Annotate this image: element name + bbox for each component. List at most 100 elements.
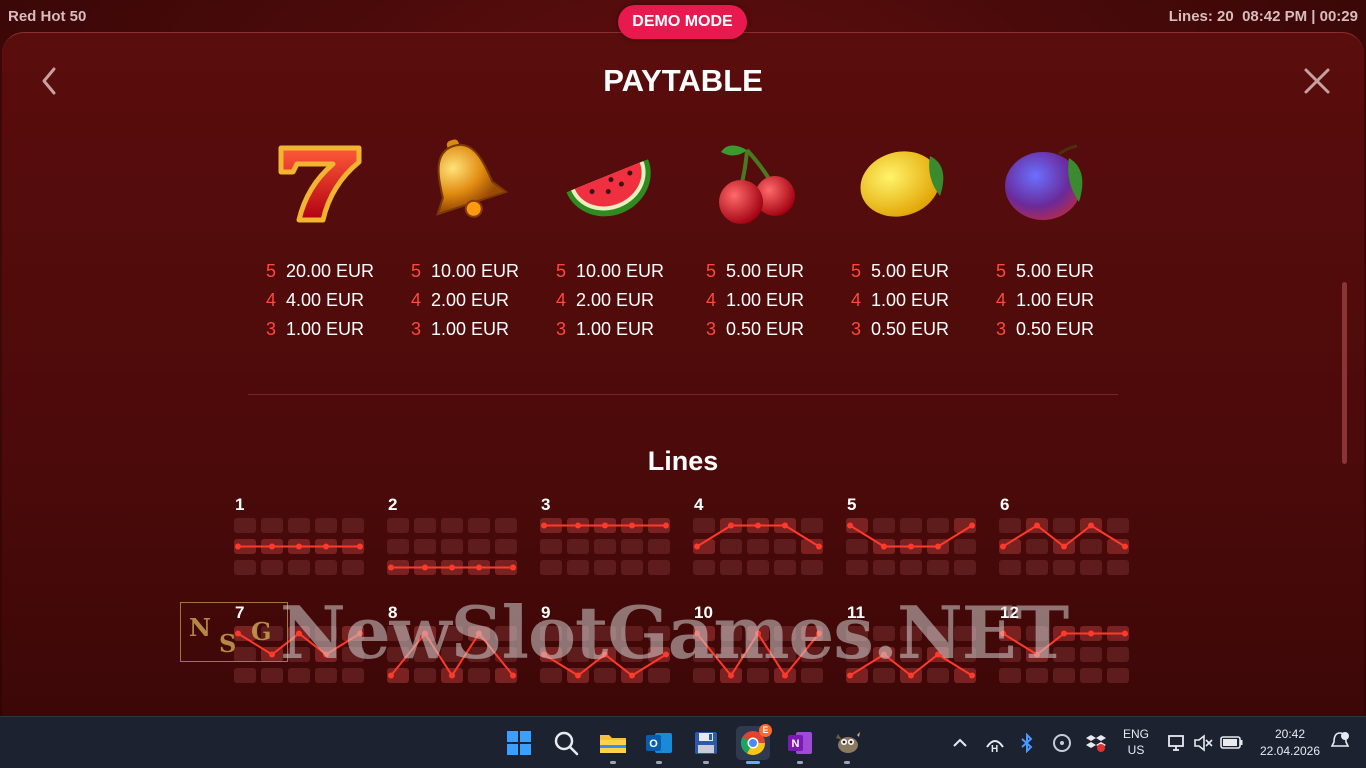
reel-cell (648, 539, 670, 554)
payline-dot (357, 543, 363, 550)
volume-muted-icon[interactable] (1193, 733, 1213, 753)
chevron-up-icon[interactable] (950, 733, 970, 753)
reel-cell (747, 668, 769, 683)
payout-row: 4 1.00 EUR (996, 290, 1095, 310)
scrollbar[interactable] (1342, 282, 1347, 464)
reel-cell (801, 668, 823, 683)
payline-dot (269, 651, 275, 658)
payline-dot (1000, 543, 1006, 550)
payline-number: 9 (541, 603, 551, 622)
payline-dot (575, 672, 581, 679)
payout-row: 3 1.00 EUR (266, 319, 365, 339)
hotspot-icon[interactable]: H (985, 733, 1005, 753)
reel-cell (567, 539, 589, 554)
payline-dot (847, 672, 853, 679)
reel-cell (873, 518, 895, 533)
payline-dot (1122, 630, 1128, 637)
payline-dot (969, 522, 975, 529)
reel-cell (495, 647, 517, 662)
payline-dot (694, 630, 700, 637)
payline-card: 7 (234, 603, 368, 687)
svg-text:H: H (991, 744, 998, 753)
reel-cell (693, 668, 715, 683)
payline-number: 2 (388, 495, 398, 514)
payline-card: 5 (846, 495, 980, 579)
game-window: Red Hot 50 Lines: 20 08:42 PM | 00:29 DE… (0, 0, 1366, 716)
payline-dot (449, 672, 455, 679)
fan-icon[interactable] (1052, 733, 1072, 753)
reel-cell (720, 539, 742, 554)
reel-cell (1080, 560, 1102, 575)
payline-dot (235, 543, 241, 550)
reel-cell (900, 647, 922, 662)
save-disk-icon[interactable] (689, 726, 723, 764)
reel-cell (288, 647, 310, 662)
payline-dot (694, 543, 700, 550)
payline-number: 3 (541, 495, 551, 514)
payline-dot (663, 522, 669, 529)
payline-diagram (387, 518, 517, 575)
reel-cell (342, 647, 364, 662)
reel-cell (720, 626, 742, 641)
reel-cell (387, 539, 409, 554)
payline-dot (629, 672, 635, 679)
reel-cell (1107, 518, 1129, 533)
reel-cell (315, 668, 337, 683)
dropbox-icon[interactable] (1086, 733, 1106, 753)
reel-cell (621, 560, 643, 575)
clock[interactable]: 20:42 22.04.2026 (1252, 727, 1328, 758)
reel-cell (693, 647, 715, 662)
reel-cell (693, 518, 715, 533)
payline-dot (881, 543, 887, 550)
payline-diagram (234, 518, 364, 575)
payline-number: 4 (694, 495, 704, 514)
payout-row: 5 20.00 EUR (266, 261, 375, 281)
notification-icon[interactable] (1330, 731, 1350, 753)
windows-start-icon[interactable] (502, 726, 536, 760)
payline-dot (1122, 543, 1128, 550)
payline-dot (881, 651, 887, 658)
payout-row: 5 5.00 EUR (706, 261, 805, 281)
demo-mode-badge: DEMO MODE (618, 5, 747, 39)
battery-icon[interactable] (1220, 734, 1244, 752)
payout-row: 4 2.00 EUR (411, 290, 510, 310)
file-explorer-icon[interactable] (596, 726, 630, 764)
reel-cell (648, 560, 670, 575)
payout-row: 4 1.00 EUR (851, 290, 950, 310)
reel-cell (414, 539, 436, 554)
payline-dot (908, 672, 914, 679)
bluetooth-icon[interactable] (1018, 733, 1036, 753)
payline-number: 1 (235, 495, 245, 514)
payline-card: 11 (846, 603, 980, 687)
outlook-icon[interactable]: O (642, 726, 676, 764)
payline-dot (629, 522, 635, 529)
payline-dot (575, 522, 581, 529)
payline-number: 5 (847, 495, 857, 514)
reel-cell (315, 626, 337, 641)
payline-dot (296, 630, 302, 637)
reel-cell (495, 518, 517, 533)
reel-cell (594, 560, 616, 575)
payline-dot (357, 630, 363, 637)
payline-dot (1088, 522, 1094, 529)
svg-text:N: N (792, 738, 800, 750)
payline-card: 4 (693, 495, 827, 579)
payout-row: 4 4.00 EUR (266, 290, 365, 310)
gimp-icon[interactable] (830, 726, 864, 764)
reel-cell (594, 539, 616, 554)
chrome-badge: E (759, 724, 772, 737)
chrome-icon[interactable]: E (736, 724, 772, 764)
payout-row: 4 1.00 EUR (706, 290, 805, 310)
payline-diagram (846, 626, 976, 683)
top-status: Lines: 20 08:42 PM | 00:29 (1168, 8, 1358, 25)
network-icon[interactable] (1167, 733, 1187, 753)
payout-column-seven: 5 20.00 EUR 4 4.00 EUR 3 1.00 EUR (266, 261, 406, 348)
reel-cell (621, 647, 643, 662)
payline-dot (476, 630, 482, 637)
paytable-title: PAYTABLE (603, 63, 763, 98)
search-icon[interactable] (549, 726, 583, 760)
reel-cell (927, 626, 949, 641)
payline-number: 6 (1000, 495, 1010, 514)
language-indicator[interactable]: ENG US (1120, 727, 1152, 757)
onenote-icon[interactable]: N (783, 726, 817, 764)
